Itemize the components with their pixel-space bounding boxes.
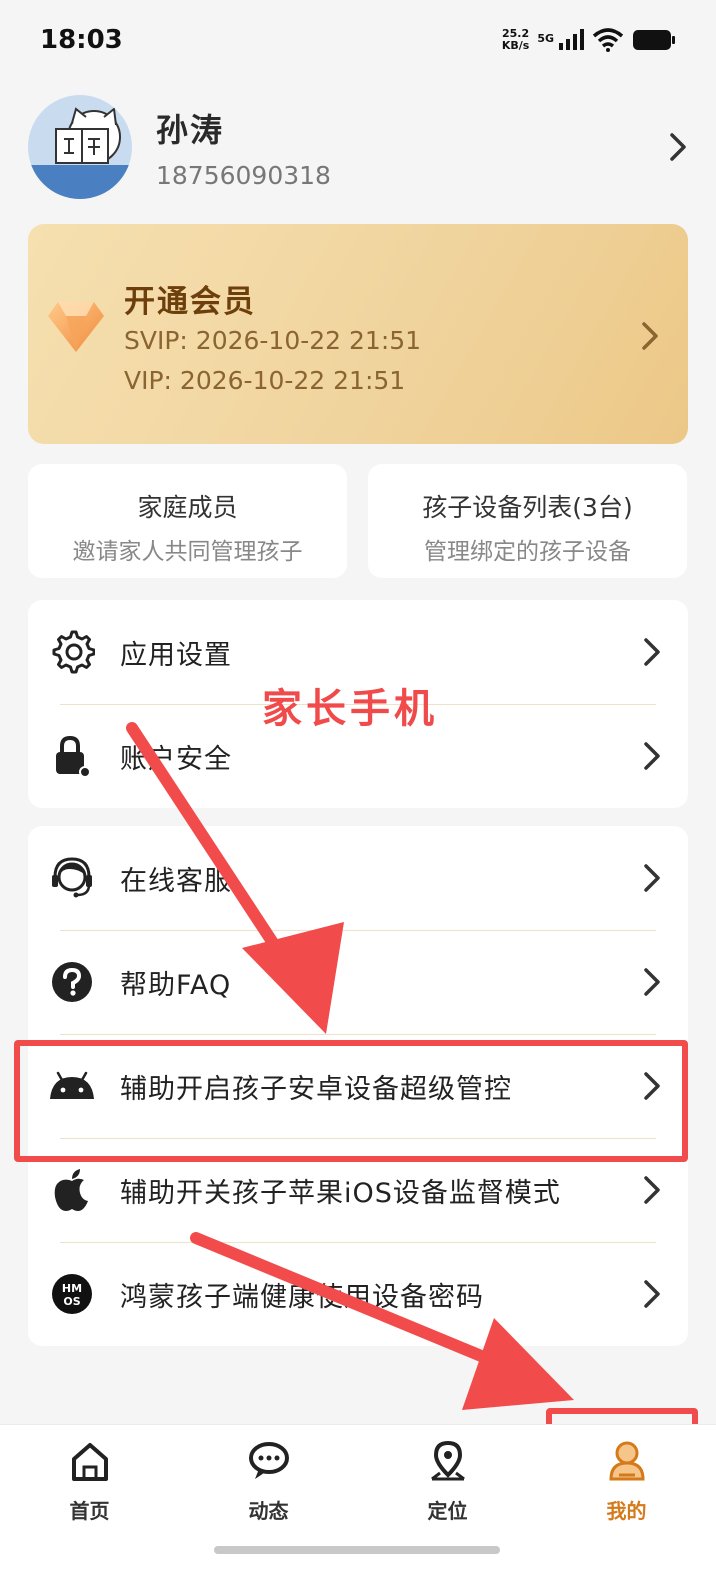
annotation-label: 家长手机: [262, 686, 438, 732]
tab-label: 动态: [248, 1499, 289, 1523]
menu-item-label: 在线客服: [120, 865, 232, 897]
quick-card-subtitle: 管理绑定的孩子设备: [424, 539, 631, 565]
chevron-right-icon: [644, 1176, 660, 1204]
quick-card-title: 孩子设备列表(3台): [422, 493, 633, 522]
tab-mine[interactable]: 我的: [537, 1425, 716, 1572]
status-time: 18:03: [40, 25, 123, 55]
profile-phone: 18756090318: [156, 160, 331, 190]
hmos-icon: HM OS: [48, 1270, 96, 1318]
network-speed: 25.2 KB/s: [501, 27, 530, 52]
svg-text:OS: OS: [63, 1295, 80, 1308]
profile-header[interactable]: 孙涛 18756090318: [28, 92, 688, 202]
location-pin-icon: [430, 1440, 465, 1481]
chevron-right-icon: [644, 742, 660, 770]
tab-label: 首页: [69, 1499, 110, 1523]
family-members-card[interactable]: 家庭成员 邀请家人共同管理孩子: [28, 464, 347, 578]
vip-membership-card[interactable]: 开通会员 SVIP: 2026-10-22 21:51 VIP: 2026-10…: [28, 224, 688, 444]
chevron-right-icon: [644, 968, 660, 996]
divider: [60, 1034, 656, 1035]
vip-expiry: VIP: 2026-10-22 21:51: [124, 366, 406, 395]
chat-bubble-icon: [248, 1442, 289, 1479]
status-bar: 18:03 25.2 KB/s 5G: [0, 0, 716, 80]
status-icons: 25.2 KB/s 5G: [502, 28, 676, 52]
quick-card-title: 家庭成员: [137, 493, 238, 522]
child-devices-card[interactable]: 孩子设备列表(3台) 管理绑定的孩子设备: [368, 464, 687, 578]
menu-item-label: 应用设置: [120, 639, 232, 671]
home-indicator[interactable]: [214, 1546, 500, 1554]
profile-name: 孙涛: [156, 110, 225, 149]
chevron-right-icon: [644, 638, 660, 666]
signal-icon: [559, 29, 584, 50]
svg-text:HM: HM: [62, 1282, 82, 1295]
menu-item-label: 辅助开关孩子苹果iOS设备监督模式: [120, 1177, 561, 1209]
diamond-icon: [48, 302, 104, 352]
chevron-right-icon: [642, 322, 658, 350]
divider: [60, 1242, 656, 1243]
chevron-right-icon: [644, 864, 660, 892]
menu-item-label: 帮助FAQ: [120, 969, 232, 1001]
wifi-icon: [592, 28, 624, 52]
profile-info: 孙涛 18756090318: [156, 105, 668, 190]
menu-item-help-faq[interactable]: 帮助FAQ: [28, 930, 688, 1034]
avatar[interactable]: [28, 95, 132, 199]
network-type: 5G: [537, 32, 554, 45]
chevron-right-icon[interactable]: [668, 131, 688, 163]
menu-item-harmony-password[interactable]: HM OS 鸿蒙孩子端健康使用设备密码: [28, 1242, 688, 1346]
annotation-highlight-box: [14, 1040, 688, 1162]
chevron-right-icon: [644, 1280, 660, 1308]
vip-title: 开通会员: [124, 284, 256, 320]
gear-icon: [48, 628, 96, 676]
divider: [60, 930, 656, 931]
menu-item-label: 鸿蒙孩子端健康使用设备密码: [120, 1281, 484, 1313]
menu-item-label: 账户安全: [120, 743, 232, 775]
tab-label: 定位: [427, 1499, 468, 1523]
svip-expiry: SVIP: 2026-10-22 21:51: [124, 326, 422, 355]
battery-icon: [633, 30, 675, 50]
person-icon: [608, 1441, 645, 1481]
apple-icon: [48, 1166, 96, 1214]
tab-home[interactable]: 首页: [0, 1425, 179, 1572]
menu-item-online-service[interactable]: 在线客服: [28, 826, 688, 930]
headset-agent-icon: [48, 854, 96, 902]
question-icon: [48, 958, 96, 1006]
home-icon: [71, 1443, 108, 1481]
lock-icon: [48, 732, 96, 780]
tab-label: 我的: [606, 1499, 647, 1523]
quick-card-subtitle: 邀请家人共同管理孩子: [72, 539, 303, 565]
avatar-cat-illustration: [28, 107, 132, 199]
